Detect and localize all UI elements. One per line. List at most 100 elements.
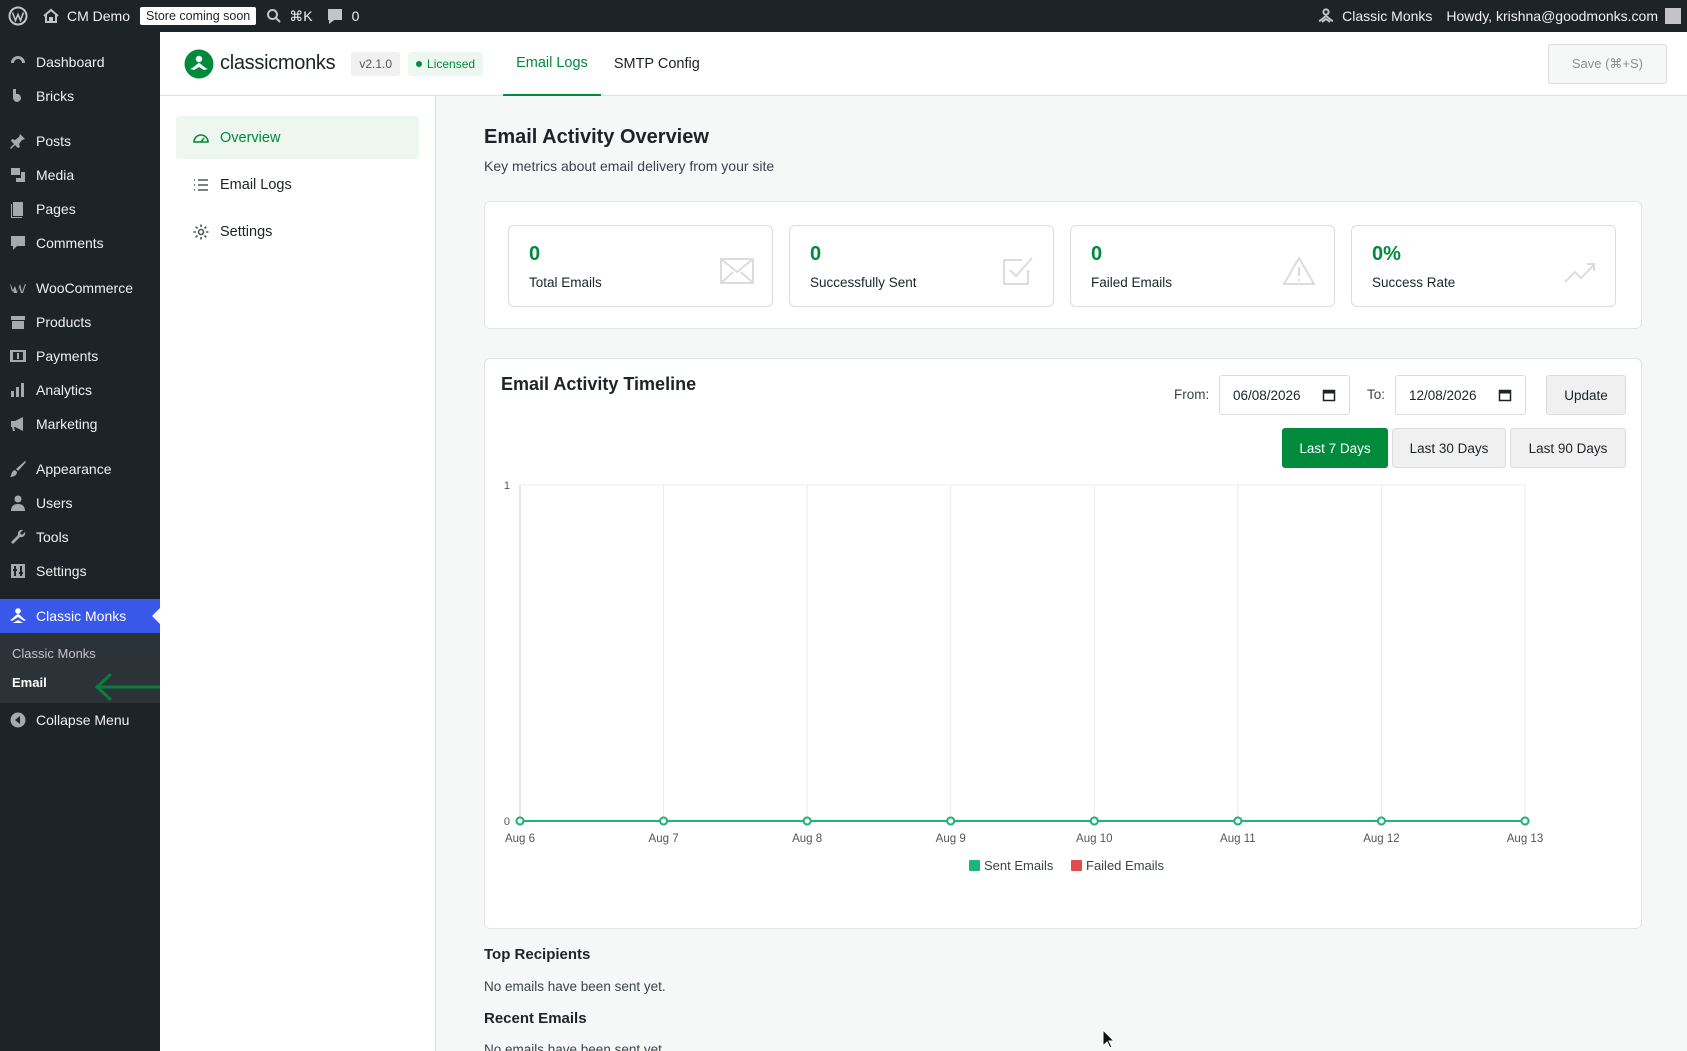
x-tick-label: Aug 7 (649, 833, 679, 845)
stat-value: 0% (1372, 243, 1401, 265)
timeline-panel: Email Activity Timeline From: 06/08/2026… (484, 358, 1642, 929)
recent-emails-empty: No emails have been sent yet. (484, 1042, 666, 1051)
sliders-icon (9, 562, 27, 580)
sidebar-item-label: Appearance (36, 461, 112, 477)
site-home-link[interactable]: CM Demo (35, 0, 137, 32)
legend-label: Failed Emails (1086, 858, 1165, 873)
sidebar-item-settings[interactable]: Settings (0, 554, 160, 588)
pin-icon (9, 132, 27, 150)
payments-icon (9, 347, 27, 365)
comment-icon (9, 234, 27, 252)
page-subtitle: Key metrics about email delivery from yo… (484, 158, 775, 174)
stat-value: 0 (1091, 243, 1103, 265)
comments-link[interactable]: 0 (320, 0, 367, 32)
brush-icon (9, 460, 27, 478)
subnav-item-email-logs[interactable]: Email Logs (176, 163, 419, 206)
sidebar-item-label: Bricks (36, 88, 75, 104)
list-icon (194, 178, 208, 191)
warning-icon (1282, 256, 1316, 285)
menu-separator (0, 441, 160, 452)
sidebar-item-dashboard[interactable]: Dashboard (0, 45, 160, 79)
stat-card-success-rate: 0% Success Rate (1351, 225, 1616, 307)
sidebar-item-label: WooCommerce (36, 280, 133, 296)
plugin-adminbar-link[interactable]: Classic Monks (1310, 0, 1439, 32)
plugin-name: Classic Monks (1342, 8, 1433, 24)
bricks-icon (9, 87, 27, 105)
sidebar-item-media[interactable]: Media (0, 158, 160, 192)
my-account-link[interactable]: Howdy, krishna@goodmonks.com (1439, 0, 1687, 32)
stat-card-total: 0 Total Emails (508, 225, 773, 307)
sidebar-item-label: Products (36, 314, 92, 330)
sidebar-item-products[interactable]: Products (0, 305, 160, 339)
subnav-item-overview[interactable]: Overview (176, 116, 419, 159)
comment-bubble-icon (327, 9, 342, 24)
timeline-chart: 0 1 Aug 6 Aug 7 Aug 8 Aug 9 Aug 10 Aug 11 Aug 12… (504, 480, 1543, 873)
page-title: Email Activity Overview (484, 126, 709, 148)
menu-separator (0, 588, 160, 599)
stat-label: Total Emails (529, 275, 602, 290)
license-badge: Licensed (408, 51, 484, 76)
sidebar-item-comments[interactable]: Comments (0, 226, 160, 260)
data-point (515, 816, 525, 826)
wordpress-logo-icon[interactable] (0, 0, 35, 32)
sidebar-item-label: Payments (36, 348, 99, 364)
top-recipients-empty: No emails have been sent yet. (484, 979, 666, 994)
data-point (1520, 816, 1530, 826)
collapse-menu-button[interactable]: Collapse Menu (0, 703, 160, 737)
store-coming-soon-badge[interactable]: Store coming soon (140, 7, 257, 25)
license-dot-icon (416, 60, 423, 67)
sidebar-item-analytics[interactable]: Analytics (0, 373, 160, 407)
admin-sidebar: Dashboard Bricks Posts Media Pages Comments Wo… (0, 32, 160, 1051)
collapse-icon (9, 711, 27, 729)
sidebar-item-label: Marketing (36, 416, 98, 432)
logo-text: classicmonks (220, 52, 336, 74)
stat-card-failed: 0 Failed Emails (1070, 225, 1335, 307)
subnav-label: Settings (220, 223, 273, 240)
sidebar-item-label: Pages (36, 201, 76, 217)
sidebar-item-bricks[interactable]: Bricks (0, 79, 160, 113)
top-recipients-heading: Top Recipients (484, 946, 591, 963)
submenu-item-classic-monks[interactable]: Classic Monks (0, 639, 160, 668)
sidebar-item-marketing[interactable]: Marketing (0, 407, 160, 441)
sidebar-item-classic-monks[interactable]: Classic Monks (0, 599, 160, 633)
avatar (1665, 8, 1681, 24)
save-button[interactable]: Save (⌘+S) (1547, 43, 1667, 84)
sidebar-item-posts[interactable]: Posts (0, 124, 160, 158)
sidebar-item-tools[interactable]: Tools (0, 520, 160, 554)
sidebar-item-pages[interactable]: Pages (0, 192, 160, 226)
dashboard-icon (9, 53, 27, 71)
data-point (802, 816, 812, 826)
subnav-item-settings[interactable]: Settings (176, 210, 419, 253)
version-badge: v2.1.0 (351, 51, 401, 76)
sidebar-item-appearance[interactable]: Appearance (0, 452, 160, 486)
sidebar-item-label: Analytics (36, 382, 93, 398)
x-tick-label: Aug 12 (1363, 833, 1399, 845)
x-tick-label: Aug 8 (792, 833, 822, 845)
gauge-icon (193, 133, 209, 143)
sidebar-item-label: Settings (36, 563, 87, 579)
sidebar-item-users[interactable]: Users (0, 486, 160, 520)
command-palette-button[interactable]: ⌘K (259, 0, 319, 32)
stat-card-sent: 0 Successfully Sent (789, 225, 1054, 307)
user-icon (9, 494, 27, 512)
sidebar-item-woocommerce[interactable]: WooCommerce (0, 271, 160, 305)
sidebar-item-payments[interactable]: Payments (0, 339, 160, 373)
x-tick-label: Aug 13 (1507, 833, 1543, 845)
bar-chart-icon (9, 381, 27, 399)
sidebar-item-label: Tools (36, 529, 69, 545)
plugin-header: classicmonks v2.1.0 Licensed Email Logs … (160, 32, 1687, 96)
sidebar-item-label: Comments (36, 235, 104, 251)
legend-swatch (969, 860, 980, 871)
main-content: Email Activity Overview Key metrics abou… (436, 96, 1687, 1051)
legend-swatch (1071, 860, 1082, 871)
tab-email-logs[interactable]: Email Logs (503, 32, 601, 96)
menu-separator (0, 113, 160, 124)
monk-logo-icon (184, 49, 214, 78)
howdy-text: Howdy, krishna@goodmonks.com (1446, 8, 1658, 24)
site-name: CM Demo (67, 8, 131, 24)
monk-icon (9, 607, 27, 625)
checkbox-icon (1003, 257, 1033, 285)
y-tick-label: 1 (504, 480, 510, 492)
tab-smtp-config[interactable]: SMTP Config (601, 32, 713, 96)
y-tick-label: 0 (504, 816, 510, 828)
